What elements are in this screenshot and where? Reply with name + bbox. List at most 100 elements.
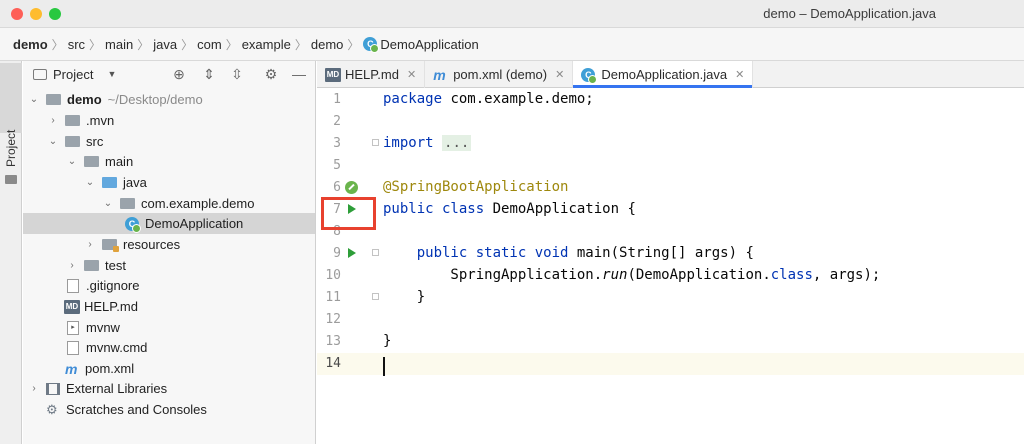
fold-toggle-icon[interactable] (372, 249, 379, 256)
tree-item-label: main (105, 154, 134, 169)
scratch-icon: ⚙ (46, 401, 58, 417)
tree-item-package[interactable]: ⌄ com.example.demo (23, 193, 315, 214)
tree-item-label: mvnw.cmd (86, 340, 148, 355)
fold-toggle-icon[interactable] (372, 139, 379, 146)
code-line[interactable]: 5 (317, 155, 1024, 177)
chevron-right-icon[interactable]: › (47, 115, 59, 126)
breadcrumb-item-demo[interactable]: demo (13, 37, 48, 52)
tree-item-label: src (86, 134, 104, 149)
breadcrumb-item-java[interactable]: java (153, 37, 177, 52)
line-number: 1 (333, 92, 341, 107)
folder-icon (65, 136, 80, 147)
chevron-down-icon[interactable]: ⌄ (102, 198, 114, 209)
line-number: 14 (325, 356, 341, 371)
tab-label: pom.xml (demo) (453, 67, 548, 82)
close-icon[interactable]: ✕ (555, 68, 564, 81)
chevron-right-icon[interactable]: › (28, 383, 40, 394)
hide-panel-icon[interactable]: — (291, 66, 307, 82)
code-line[interactable]: 11 } (317, 287, 1024, 309)
breadcrumb-item-demoapplication[interactable]: DemoApplication (380, 37, 478, 52)
tree-item-label: java (123, 175, 147, 190)
locate-target-icon[interactable]: ⊕ (171, 66, 187, 82)
code-line[interactable]: 1 package com.example.demo; (317, 89, 1024, 111)
code-line[interactable]: 3 import ... (317, 133, 1024, 155)
code-text: public class DemoApplication { (383, 201, 636, 217)
close-icon[interactable]: ✕ (735, 68, 744, 81)
breadcrumb-item-com[interactable]: com (197, 37, 222, 52)
line-number: 12 (325, 312, 341, 327)
chevron-right-icon[interactable]: › (84, 239, 96, 250)
tree-item-mvnw-cmd[interactable]: mvnw.cmd (23, 337, 315, 358)
package-icon (120, 198, 135, 209)
project-view-selector[interactable]: Project (53, 67, 93, 82)
chevron-right-icon[interactable]: › (66, 260, 78, 271)
project-tool-window-label: Project (4, 129, 18, 167)
close-icon[interactable]: ✕ (407, 68, 416, 81)
code-line-current[interactable]: 14 (317, 353, 1024, 375)
chevron-down-icon[interactable]: ⌄ (66, 156, 78, 167)
code-line[interactable]: 2 (317, 111, 1024, 133)
tree-item-label: demo (67, 92, 102, 107)
code-line[interactable]: 8 (317, 221, 1024, 243)
tree-item-external-libraries[interactable]: › External Libraries (23, 378, 315, 399)
tree-item-test[interactable]: › test (23, 255, 315, 276)
code-line[interactable]: 10 SpringApplication.run(DemoApplication… (317, 265, 1024, 287)
chevron-down-icon[interactable]: ⌄ (28, 94, 40, 105)
tree-item-mvnw[interactable]: ▸ mvnw (23, 317, 315, 338)
tab-help-md[interactable]: MD HELP.md ✕ (317, 61, 426, 88)
gear-icon[interactable]: ⚙ (263, 66, 279, 82)
breadcrumb-item-main[interactable]: main (105, 37, 133, 52)
breadcrumb-item-demo-package[interactable]: demo (311, 37, 344, 52)
code-editor[interactable]: MD HELP.md ✕ m pom.xml (demo) ✕ C DemoAp… (317, 61, 1024, 444)
chevron-down-icon[interactable]: ▼ (107, 69, 116, 79)
tree-item-scratches[interactable]: ⚙ Scratches and Consoles (23, 399, 315, 420)
breadcrumb-item-example[interactable]: example (242, 37, 291, 52)
chevron-down-icon[interactable]: ⌄ (47, 136, 59, 147)
close-window-button[interactable] (11, 8, 23, 20)
title-bar: demo – DemoApplication.java (0, 0, 1024, 28)
source-folder-icon (102, 177, 117, 188)
chevron-down-icon[interactable]: ⌄ (84, 177, 96, 188)
tree-item-java[interactable]: ⌄ java (23, 172, 315, 193)
tab-label: HELP.md (345, 67, 399, 82)
line-number: 5 (333, 158, 341, 173)
tree-item-src[interactable]: ⌄ src (23, 131, 315, 152)
line-number: 10 (325, 268, 341, 283)
line-number: 13 (325, 334, 341, 349)
folder-icon (5, 175, 17, 184)
tree-item-label: resources (123, 237, 181, 252)
tree-item-main[interactable]: ⌄ main (23, 151, 315, 172)
project-tool-window-tab[interactable]: Project (0, 63, 22, 167)
tree-item-label: mvnw (86, 320, 120, 335)
code-line[interactable]: 6 @SpringBootApplication (317, 177, 1024, 199)
markdown-icon: MD (325, 67, 341, 82)
line-number: 9 (333, 246, 341, 261)
tree-item-demoapplication[interactable]: C DemoApplication (23, 213, 315, 234)
tree-item-help-md[interactable]: MD HELP.md (23, 296, 315, 317)
markdown-icon: MD (64, 299, 80, 314)
tree-item-mvn[interactable]: › .mvn (23, 110, 315, 131)
code-line[interactable]: 13 } (317, 331, 1024, 353)
tab-demoapplication-java[interactable]: C DemoApplication.java ✕ (573, 61, 754, 88)
tree-item-pom-xml[interactable]: m pom.xml (23, 358, 315, 379)
code-text: } (383, 289, 426, 305)
breadcrumb-item-src[interactable]: src (68, 37, 85, 52)
library-icon (46, 382, 60, 395)
minimize-window-button[interactable] (30, 8, 42, 20)
spring-bean-icon[interactable] (345, 181, 358, 194)
code-line[interactable]: 9 public static void main(String[] args)… (317, 243, 1024, 265)
code-line[interactable]: 12 (317, 309, 1024, 331)
collapse-all-icon[interactable]: ⇳ (229, 66, 245, 82)
tree-item-resources[interactable]: › resources (23, 234, 315, 255)
maven-icon: m (65, 360, 78, 377)
expand-all-icon[interactable]: ⇕ (201, 66, 217, 82)
fold-toggle-icon[interactable] (372, 293, 379, 300)
code-text: public static void main(String[] args) { (416, 245, 754, 261)
zoom-window-button[interactable] (49, 8, 61, 20)
tab-pom-xml[interactable]: m pom.xml (demo) ✕ (425, 61, 574, 88)
code-line[interactable]: 7 public class DemoApplication { (317, 199, 1024, 221)
tree-item-gitignore[interactable]: .gitignore (23, 275, 315, 296)
tree-item-demo[interactable]: ⌄ demo ~/Desktop/demo (23, 89, 315, 110)
run-icon[interactable] (348, 248, 356, 258)
folder-icon (33, 68, 47, 80)
